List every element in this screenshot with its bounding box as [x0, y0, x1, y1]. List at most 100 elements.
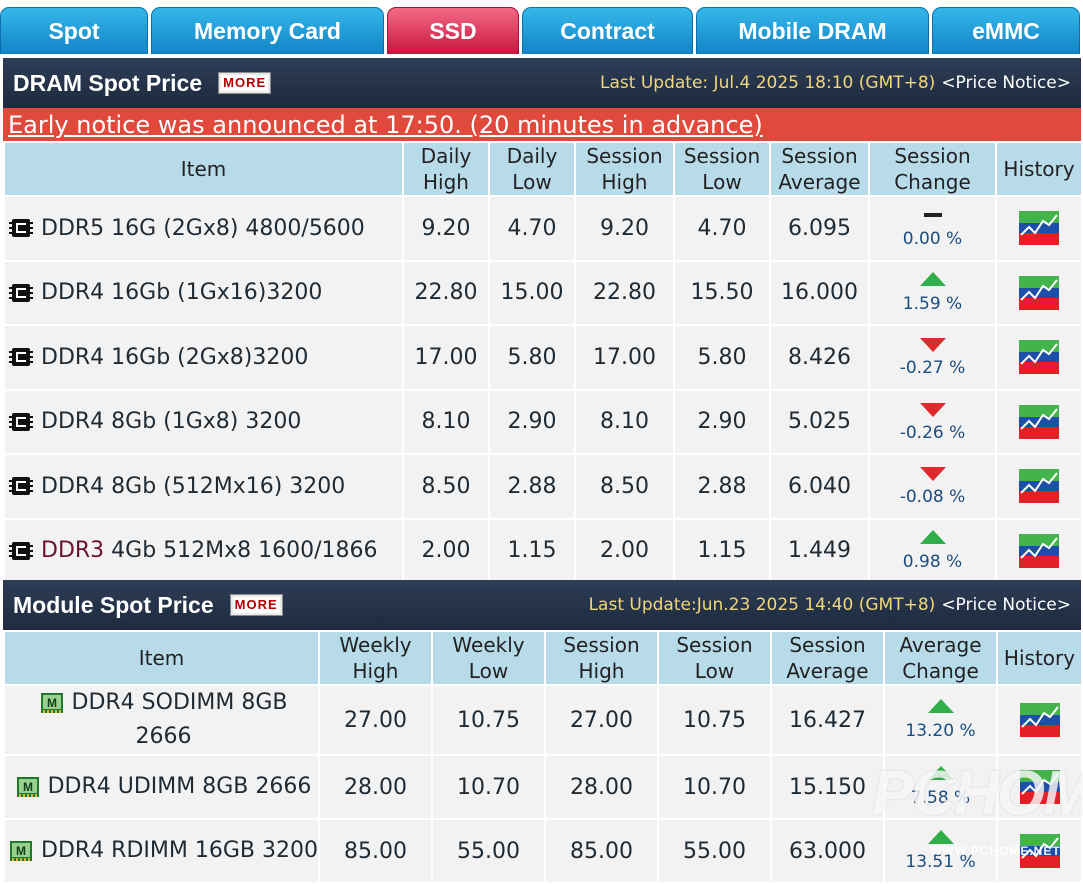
item-name[interactable]: DDR4 SODIMM 8GB 2666	[72, 690, 288, 749]
history-cell[interactable]	[995, 517, 1083, 584]
session-low-cell: 4.70	[673, 195, 771, 262]
change-value: 1.59 %	[902, 293, 963, 314]
dram-price-notice-link[interactable]: <Price Notice>	[941, 73, 1071, 93]
average-change-cell: 13.20 %	[883, 684, 998, 756]
change-value: -0.27 %	[899, 358, 966, 379]
tab-emmc[interactable]: eMMC	[932, 7, 1080, 54]
table-row[interactable]: DDR3 4Gb 512Mx8 1600/1866 2.00 1.15 2.00 1.1…	[3, 517, 1083, 584]
module-last-update: Last Update:Jun.23 2025 14:40 (GMT+8)	[588, 595, 936, 615]
item-cell[interactable]: DDR4 8Gb (512Mx16) 3200	[3, 453, 404, 520]
daily-high-cell: 22.80	[402, 259, 490, 326]
history-cell[interactable]	[995, 324, 1083, 391]
session-change-cell: 0.98 %	[868, 517, 997, 584]
item-cell[interactable]: DDR4 16Gb (1Gx16)3200	[3, 259, 404, 326]
module-more-button[interactable]: MORE	[229, 594, 283, 616]
session-change-cell: 1.59 %	[868, 259, 997, 326]
item-name[interactable]: DDR4 8Gb (1Gx8) 3200	[41, 409, 301, 434]
history-chart-icon[interactable]	[1019, 533, 1059, 568]
history-chart-icon[interactable]	[1019, 703, 1060, 737]
svg-text:M: M	[16, 844, 26, 858]
session-low-cell: 2.88	[673, 453, 771, 520]
tab-mobile-dram[interactable]: Mobile DRAM	[696, 7, 929, 54]
module-section-title: Module Spot Price	[13, 591, 214, 618]
session-low-cell: 2.90	[673, 388, 771, 455]
table-row[interactable]: DDR4 16Gb (1Gx16)3200 22.80 15.00 22.80 15.5…	[3, 259, 1083, 326]
item-cell[interactable]: M DDR4 UDIMM 8GB 2666	[3, 754, 320, 820]
item-name[interactable]: DDR4 16Gb (1Gx16)3200	[41, 280, 322, 305]
tab-ssd[interactable]: SSD	[387, 7, 519, 54]
daily-low-cell: 1.15	[488, 517, 576, 584]
weekly-high-cell: 85.00	[318, 818, 433, 884]
session-high-cell: 22.80	[574, 259, 675, 326]
item-name[interactable]: DDR4 UDIMM 8GB 2666	[48, 774, 312, 799]
module-price-table: Item Weekly High Weekly Low Session High Se…	[3, 630, 1083, 884]
dram-section-title: DRAM Spot Price	[13, 69, 203, 96]
daily-low-cell: 15.00	[488, 259, 576, 326]
history-chart-icon[interactable]	[1019, 469, 1059, 504]
session-average-cell: 6.040	[769, 453, 870, 520]
dram-section-header: DRAM Spot Price MORE Last Update: Jul.4 …	[3, 58, 1081, 108]
dram-more-button[interactable]: MORE	[218, 72, 272, 94]
trend-down-icon	[919, 338, 946, 353]
watermark-url: WWW.PCHOME.NET	[930, 844, 1061, 858]
weekly-low-cell: 55.00	[431, 818, 546, 884]
col-average-change: Average Change	[883, 630, 998, 686]
item-name[interactable]: DDR4 RDIMM 16GB 3200	[41, 838, 318, 863]
tab-memory-card[interactable]: Memory Card	[151, 7, 384, 54]
tab-contract[interactable]: Contract	[522, 7, 693, 54]
item-name[interactable]: DDR3 4Gb 512Mx8 1600/1866	[41, 538, 378, 563]
history-cell[interactable]	[995, 453, 1083, 520]
session-change-cell: -0.26 %	[868, 388, 997, 455]
table-row[interactable]: DDR4 8Gb (1Gx8) 3200 8.10 2.90 8.10 2.90 5.02…	[3, 388, 1083, 455]
change-value: 0.98 %	[902, 551, 963, 572]
table-row[interactable]: M DDR4 SODIMM 8GB 2666 27.00 10.75 27.00 10.7…	[3, 684, 1083, 756]
table-row[interactable]: DDR4 8Gb (512Mx16) 3200 8.50 2.88 8.50 2.88 6…	[3, 453, 1083, 520]
session-change-cell: -0.08 %	[868, 453, 997, 520]
history-cell[interactable]	[995, 259, 1083, 326]
trend-down-icon	[919, 402, 946, 417]
item-cell[interactable]: DDR5 16G (2Gx8) 4800/5600	[3, 195, 404, 262]
session-average-cell: 8.426	[769, 324, 870, 391]
item-cell[interactable]: M DDR4 SODIMM 8GB 2666	[3, 684, 320, 756]
module-price-notice-link[interactable]: <Price Notice>	[941, 595, 1071, 615]
col-item: Item	[3, 630, 320, 686]
early-notice-link[interactable]: Early notice was announced at 17:50. (20…	[3, 108, 1081, 141]
history-cell[interactable]	[996, 684, 1083, 756]
session-high-cell: 9.20	[574, 195, 675, 262]
trend-up-icon	[927, 699, 954, 713]
session-low-cell: 1.15	[673, 517, 771, 584]
table-row[interactable]: DDR4 16Gb (2Gx8)3200 17.00 5.80 17.00 5.80 8.…	[3, 324, 1083, 391]
tab-spot[interactable]: Spot	[0, 7, 148, 54]
col-daily-high: Daily High	[402, 141, 490, 197]
weekly-low-cell: 10.70	[431, 754, 546, 820]
item-cell[interactable]: DDR4 16Gb (2Gx8)3200	[3, 324, 404, 391]
history-cell[interactable]	[995, 388, 1083, 455]
col-session-average: Session Average	[770, 630, 885, 686]
col-session-low: Session Low	[673, 141, 771, 197]
session-average-cell: 15.150	[770, 754, 885, 820]
svg-text:M: M	[47, 696, 57, 710]
change-value: 0.00 %	[902, 229, 963, 250]
daily-high-cell: 8.50	[402, 453, 490, 520]
table-row[interactable]: DDR5 16G (2Gx8) 4800/5600 9.20 4.70 9.20 4.7…	[3, 195, 1083, 262]
module-section-header: Module Spot Price MORE Last Update:Jun.2…	[3, 580, 1081, 630]
item-cell[interactable]: M DDR4 RDIMM 16GB 3200	[3, 818, 320, 884]
history-chart-icon[interactable]	[1019, 340, 1059, 375]
session-average-cell: 63.000	[770, 818, 885, 884]
session-low-cell: 55.00	[657, 818, 772, 884]
session-low-cell: 10.75	[657, 684, 772, 756]
item-name[interactable]: DDR4 8Gb (512Mx16) 3200	[41, 474, 345, 499]
history-chart-icon[interactable]	[1019, 404, 1059, 439]
col-session-low: Session Low	[657, 630, 772, 686]
history-chart-icon[interactable]	[1019, 275, 1059, 310]
item-cell[interactable]: DDR4 8Gb (1Gx8) 3200	[3, 388, 404, 455]
item-name[interactable]: DDR4 16Gb (2Gx8)3200	[41, 345, 308, 370]
history-chart-icon[interactable]	[1019, 211, 1059, 246]
session-change-cell: 0.00 %	[868, 195, 997, 262]
session-high-cell: 17.00	[574, 324, 675, 391]
session-average-cell: 16.427	[770, 684, 885, 756]
item-cell[interactable]: DDR3 4Gb 512Mx8 1600/1866	[3, 517, 404, 584]
item-name[interactable]: DDR5 16G (2Gx8) 4800/5600	[41, 216, 365, 241]
weekly-high-cell: 28.00	[318, 754, 433, 820]
history-cell[interactable]	[995, 195, 1083, 262]
